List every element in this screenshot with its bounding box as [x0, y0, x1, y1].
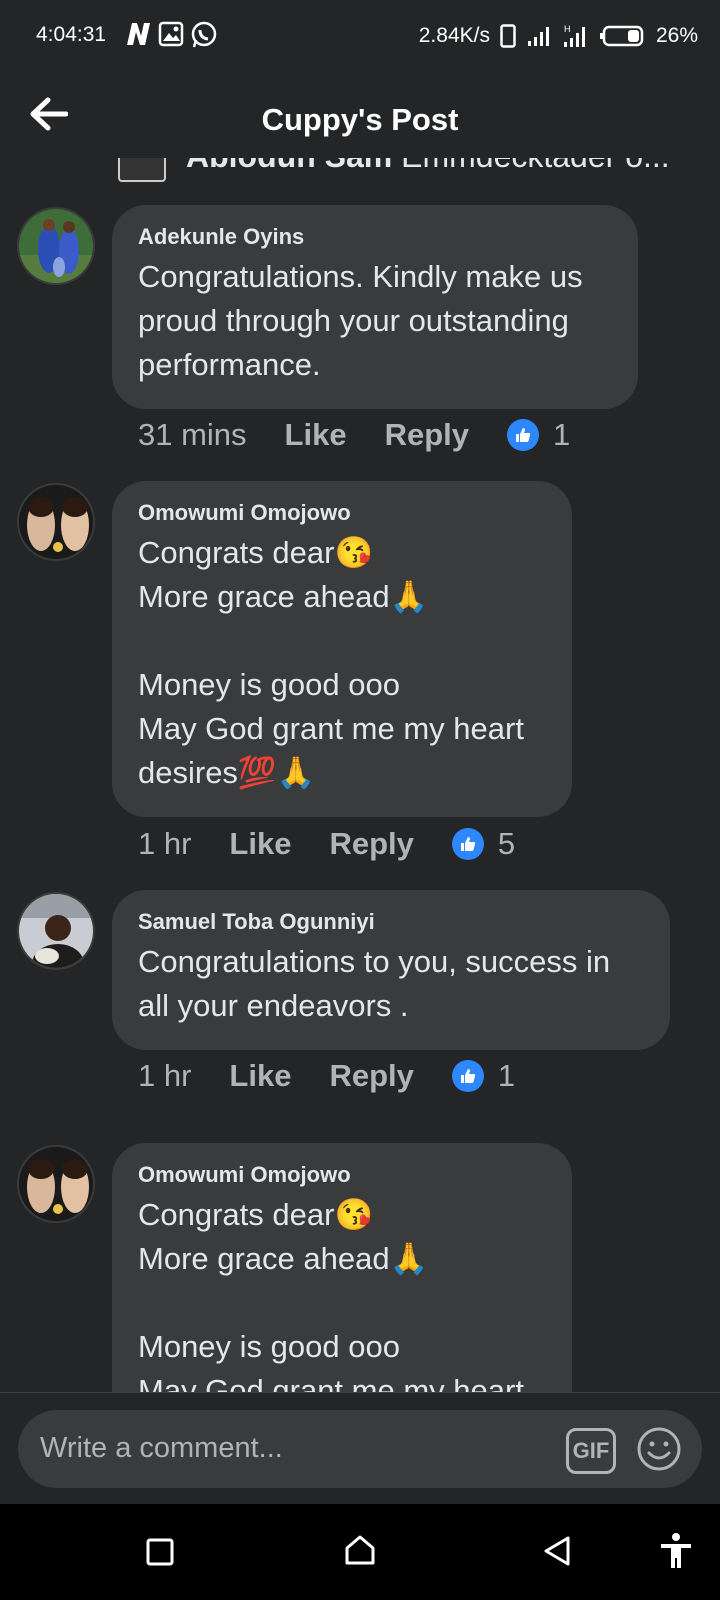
- back-nav-icon[interactable]: [542, 1535, 572, 1567]
- signal-hd-icon: H: [563, 24, 585, 47]
- svg-text:H: H: [564, 24, 571, 34]
- avatar[interactable]: [17, 207, 95, 285]
- reaction-count[interactable]: 1: [507, 417, 570, 453]
- comment-composer: Write a comment... GIF: [0, 1392, 720, 1504]
- reply-button[interactable]: Reply: [329, 1058, 413, 1094]
- avatar[interactable]: [17, 483, 95, 561]
- thumbs-up-icon: [507, 419, 539, 451]
- comment-bubble[interactable]: Samuel Toba Ogunniyi Congratulations to …: [112, 890, 670, 1050]
- thumbs-up-icon: [451, 828, 484, 860]
- avatar[interactable]: [17, 1145, 95, 1223]
- comment-input[interactable]: Write a comment... GIF: [18, 1410, 702, 1488]
- comment-author[interactable]: Omowumi Omojowo: [138, 501, 546, 525]
- comment-actions: 1 hr Like Reply 5: [138, 826, 515, 862]
- emoji-icon[interactable]: [636, 1426, 682, 1472]
- system-nav-bar: [0, 1504, 720, 1600]
- reply-button[interactable]: Reply: [329, 826, 413, 862]
- home-icon[interactable]: [344, 1534, 376, 1566]
- header: Cuppy's Post: [0, 72, 720, 162]
- previous-comment-preview[interactable]: Abiodun Sam Emmdecktader o...: [118, 158, 678, 186]
- comment-time: 31 mins: [138, 417, 247, 452]
- battery-icon: [599, 25, 644, 47]
- comment-input-placeholder: Write a comment...: [40, 1432, 283, 1464]
- comment-bubble[interactable]: Adekunle Oyins Congratulations. Kindly m…: [112, 205, 638, 409]
- recents-icon[interactable]: [146, 1538, 174, 1566]
- status-time: 4:04:31: [36, 23, 107, 46]
- battery-percent: 26%: [655, 24, 698, 47]
- comment-text: Congratulations to you, success in all y…: [138, 944, 619, 1023]
- comment-time: 1 hr: [138, 826, 192, 861]
- reaction-count[interactable]: 1: [451, 1058, 515, 1094]
- thumbs-up-icon: [451, 1060, 484, 1092]
- reply-button[interactable]: Reply: [385, 417, 469, 453]
- comment-author[interactable]: Samuel Toba Ogunniyi: [138, 910, 644, 934]
- like-button[interactable]: Like: [229, 1058, 291, 1094]
- comment-author[interactable]: Omowumi Omojowo: [138, 1163, 546, 1187]
- notification-n-icon: [127, 23, 150, 45]
- comment-text: Congrats dear😘 More grace ahead🙏 Money i…: [138, 535, 524, 790]
- gallery-icon: [158, 21, 184, 47]
- accessibility-icon[interactable]: [658, 1532, 694, 1570]
- comment-bubble[interactable]: Omowumi Omojowo Congrats dear😘 More grac…: [112, 481, 572, 817]
- like-button[interactable]: Like: [229, 826, 291, 862]
- comment-actions: 31 mins Like Reply 1: [138, 417, 570, 453]
- avatar[interactable]: [17, 892, 95, 970]
- reaction-count[interactable]: 5: [451, 826, 515, 862]
- whatsapp-icon: [191, 21, 217, 48]
- comment-text: Congratulations. Kindly make us proud th…: [138, 259, 592, 382]
- comment-time: 1 hr: [138, 1058, 192, 1093]
- comment-bubble[interactable]: Omowumi Omojowo Congrats dear😘 More grac…: [112, 1143, 572, 1393]
- previous-comment-author: Abiodun Sam: [186, 158, 392, 174]
- gif-button[interactable]: GIF: [566, 1428, 616, 1474]
- previous-comment-text: Emmdecktader o...: [401, 158, 670, 174]
- status-bar: 4:04:31 2.84K/s H 26%: [0, 0, 720, 72]
- comment-item: Omowumi Omojowo Congrats dear😘 More grac…: [0, 1143, 720, 1393]
- page-title: Cuppy's Post: [261, 102, 459, 137]
- comment-text: Congrats dear😘 More grace ahead🙏 Money i…: [138, 1197, 524, 1393]
- comment-actions: 1 hr Like Reply 1: [138, 1058, 515, 1094]
- preview-thumbnail: [118, 158, 166, 182]
- comment-author[interactable]: Adekunle Oyins: [138, 225, 612, 249]
- like-button[interactable]: Like: [285, 417, 347, 453]
- signal-icon: [527, 27, 549, 46]
- network-speed: 2.84K/s: [418, 24, 490, 47]
- phone-icon: [500, 24, 516, 48]
